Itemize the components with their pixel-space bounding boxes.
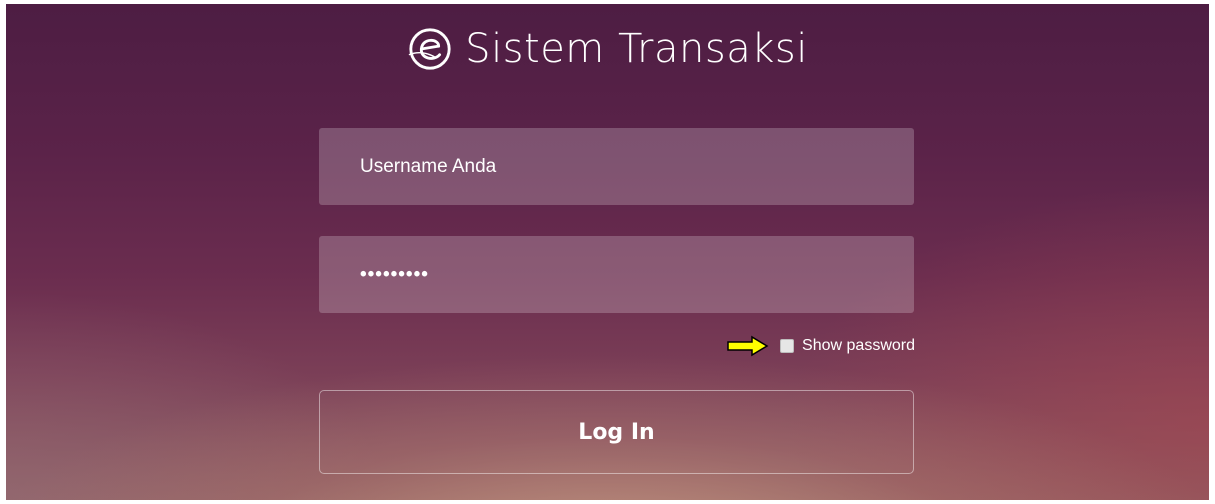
show-password-row: Show password xyxy=(726,335,915,357)
login-button-label: Log In xyxy=(578,419,655,445)
yellow-arrow-icon xyxy=(727,335,769,357)
login-button[interactable]: Log In xyxy=(319,390,914,474)
app-title: Sistem Transaksi xyxy=(465,26,808,72)
app-header: Sistem Transaksi xyxy=(6,26,1209,72)
password-input[interactable]: ••••••••• xyxy=(319,236,914,313)
username-input[interactable]: Username Anda xyxy=(319,128,914,205)
e-logo-icon xyxy=(408,28,451,70)
login-screen: Sistem Transaksi Username Anda •••••••••… xyxy=(6,4,1209,500)
password-value: ••••••••• xyxy=(360,263,429,285)
show-password-checkbox[interactable] xyxy=(780,339,795,353)
username-value: Username Anda xyxy=(360,155,497,177)
show-password-label[interactable]: Show password xyxy=(802,337,915,355)
